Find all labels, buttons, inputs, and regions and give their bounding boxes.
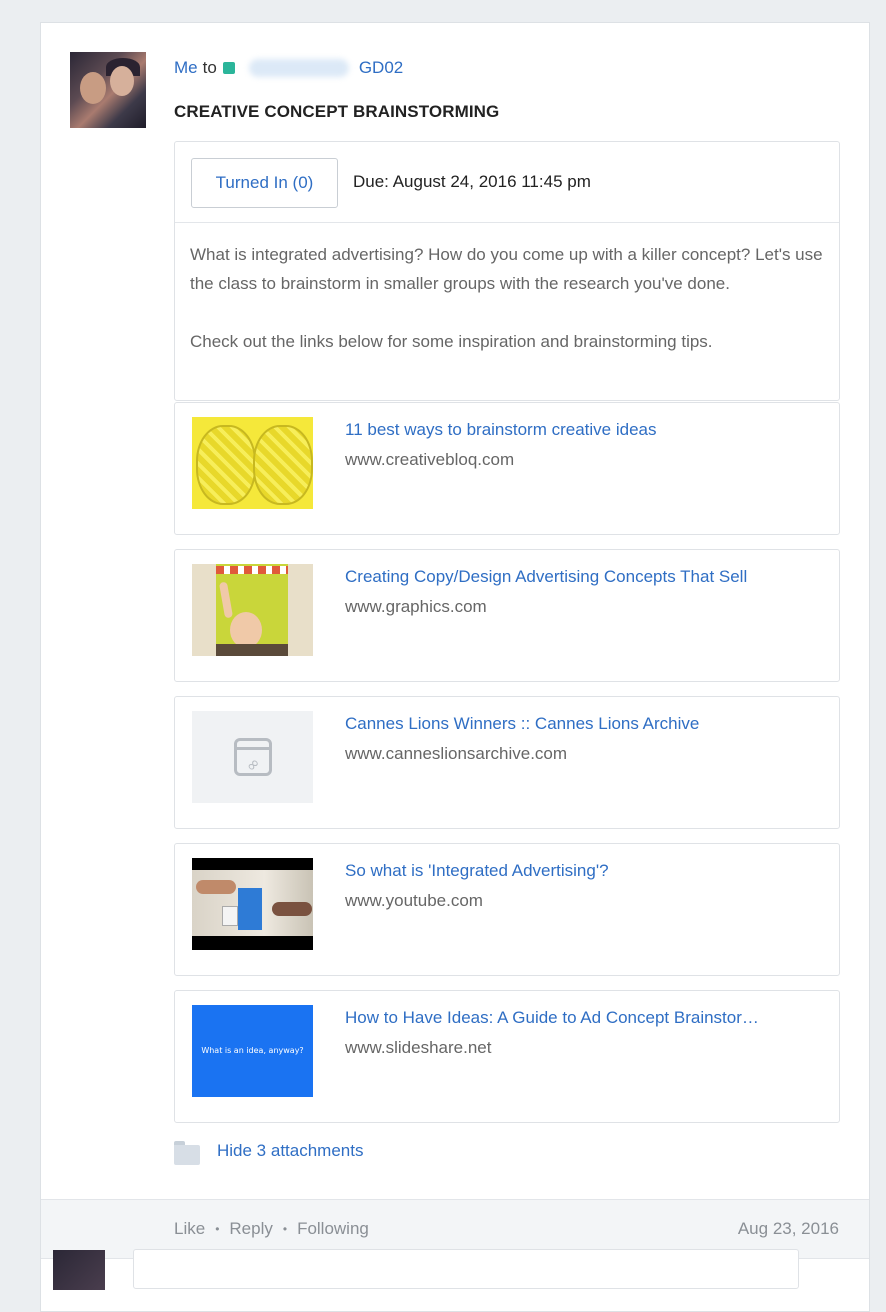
attachment-card[interactable]: So what is 'Integrated Advertising'? www… [174, 843, 840, 976]
separator-dot: • [215, 1222, 220, 1236]
hide-attachments[interactable]: Hide 3 attachments [174, 1138, 363, 1165]
description-paragraph: Check out the links below for some inspi… [190, 332, 713, 351]
hide-attachments-link[interactable]: Hide 3 attachments [217, 1141, 363, 1161]
slide-thumbnail-text: What is an idea, anyway? [201, 1046, 304, 1055]
attachment-url: www.creativebloq.com [345, 450, 515, 469]
attachment-title[interactable]: Cannes Lions Winners :: Cannes Lions Arc… [345, 714, 825, 734]
link-thumbnail[interactable]: ∞ [192, 711, 313, 803]
attachment-url: www.canneslionsarchive.com [345, 744, 568, 763]
post-card: Me to GD02 CREATIVE CONCEPT BRAINSTORMIN… [40, 22, 870, 1312]
post-header: Me to GD02 [174, 57, 403, 79]
description-paragraph: What is integrated advertising? How do y… [190, 245, 823, 293]
due-date: Due: August 24, 2016 11:45 pm [353, 172, 591, 191]
brain-thumbnail[interactable] [192, 417, 313, 509]
separator-dot: • [282, 1222, 288, 1236]
attachment-title[interactable]: Creating Copy/Design Advertising Concept… [345, 567, 825, 587]
slide-thumbnail[interactable]: What is an idea, anyway? [192, 1005, 313, 1097]
sender-link[interactable]: Me [174, 57, 198, 79]
folder-icon [174, 1138, 200, 1165]
post-actions: Like • Reply • Following [174, 1219, 369, 1239]
attachment-card[interactable]: ∞ Cannes Lions Winners :: Cannes Lions A… [174, 696, 840, 829]
attachment-url: www.slideshare.net [345, 1038, 492, 1057]
attachment-title[interactable]: So what is 'Integrated Advertising'? [345, 861, 825, 881]
attachment-card[interactable]: Creating Copy/Design Advertising Concept… [174, 549, 840, 682]
attachment-url: www.graphics.com [345, 597, 487, 616]
assignment-header: Turned In (0) Due: August 24, 2016 11:45… [175, 142, 839, 223]
video-thumbnail[interactable] [192, 858, 313, 950]
reply-link[interactable]: Reply [229, 1219, 272, 1239]
group-color-icon [222, 62, 235, 74]
group-link[interactable]: GD02 [359, 57, 403, 79]
reply-avatar [53, 1250, 105, 1290]
assignment-box: Turned In (0) Due: August 24, 2016 11:45… [174, 141, 840, 401]
attachment-url: www.youtube.com [345, 891, 483, 910]
link-icon: ∞ [233, 738, 272, 776]
to-label: to [202, 58, 217, 77]
post-date: Aug 23, 2016 [737, 1219, 839, 1238]
like-link[interactable]: Like [174, 1219, 205, 1239]
attachment-card[interactable]: 11 best ways to brainstorm creative idea… [174, 402, 840, 535]
attachment-card[interactable]: What is an idea, anyway? How to Have Ide… [174, 990, 840, 1123]
blurred-recipient [248, 59, 349, 77]
attachment-title[interactable]: 11 best ways to brainstorm creative idea… [345, 420, 825, 440]
avatar[interactable] [70, 52, 146, 128]
post-title: CREATIVE CONCEPT BRAINSTORMING [174, 102, 500, 121]
following-link[interactable]: Following [297, 1219, 369, 1239]
attachment-title[interactable]: How to Have Ideas: A Guide to Ad Concept… [345, 1008, 825, 1028]
assignment-description: What is integrated advertising? How do y… [175, 223, 839, 356]
turned-in-button[interactable]: Turned In (0) [191, 158, 338, 208]
classroom-thumbnail[interactable] [192, 564, 313, 656]
reply-input[interactable] [133, 1249, 799, 1289]
